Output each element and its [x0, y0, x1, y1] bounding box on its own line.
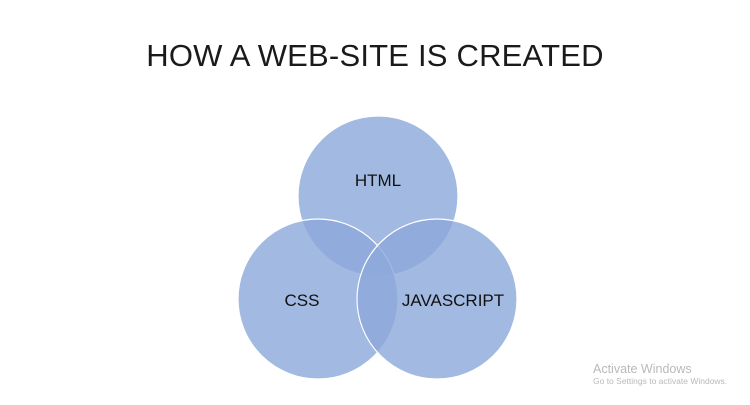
venn-diagram: HTML CSS JAVASCRIPT	[237, 115, 518, 380]
venn-circles	[237, 115, 518, 380]
activate-windows-watermark: Activate Windows Go to Settings to activ…	[593, 362, 727, 387]
venn-label-javascript: JAVASCRIPT	[402, 291, 504, 310]
venn-label-css: CSS	[285, 291, 320, 310]
venn-label-html: HTML	[355, 171, 401, 190]
watermark-title: Activate Windows	[593, 362, 692, 376]
watermark-subtitle: Go to Settings to activate Windows.	[593, 376, 728, 386]
slide: HOW A WEB-SITE IS CREATED HTML CSS JAVAS…	[0, 0, 750, 405]
